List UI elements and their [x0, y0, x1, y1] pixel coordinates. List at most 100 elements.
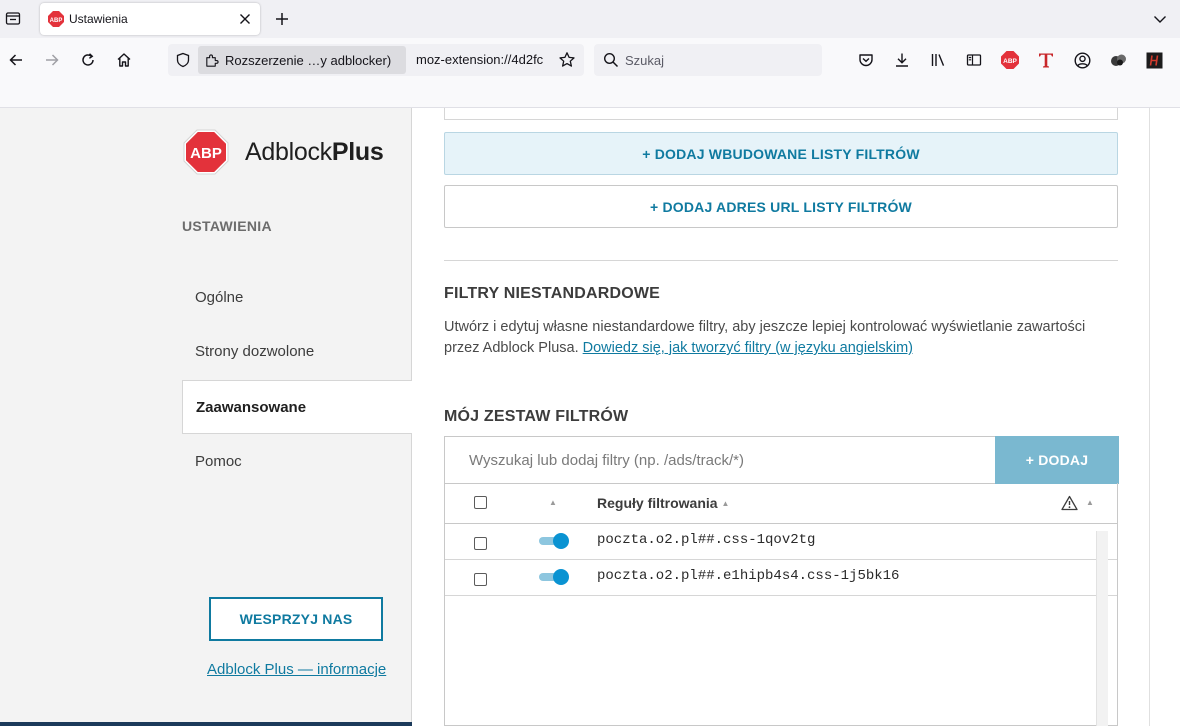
- settings-sidebar: ABP AdblockPlus USTAWIENIA Ogólne Strony…: [0, 108, 413, 726]
- brand-name-bold: Plus: [331, 138, 384, 166]
- learn-filters-link[interactable]: Dowiedz się, jak tworzyć filtry (w język…: [583, 340, 913, 356]
- taskbar-edge: [0, 722, 412, 726]
- row-checkbox[interactable]: [474, 537, 487, 550]
- about-adblock-plus-link[interactable]: Adblock Plus — informacje: [207, 661, 386, 678]
- custom-filters-title: FILTRY NIESTANDARDOWE: [444, 285, 661, 302]
- extension-h-button[interactable]: [1144, 50, 1164, 70]
- filter-lists-table-bottom: [444, 108, 1118, 120]
- sidebar-item-general[interactable]: Ogólne: [182, 270, 413, 324]
- reload-icon: [82, 53, 94, 66]
- abp-favicon-icon: ABP: [48, 11, 64, 27]
- rule-text[interactable]: poczta.o2.pl##.e1hipb4s4.css-1j5bk16: [597, 568, 899, 584]
- logo-text: ABP: [190, 145, 222, 162]
- add-filter-list-url-button[interactable]: + DODAJ ADRES URL LISTY FILTRÓW: [444, 185, 1118, 228]
- identity-label: Rozszerzenie …y adblocker): [225, 53, 392, 68]
- rule-enabled-toggle[interactable]: [539, 569, 569, 585]
- back-button[interactable]: [6, 50, 26, 70]
- custom-filters-table: ▲ Reguły filtrowania ▲ ▲ poczta.o2.pl##.…: [444, 483, 1118, 726]
- arrow-right-icon: [46, 54, 59, 66]
- settings-page: ABP AdblockPlus USTAWIENIA Ogólne Strony…: [0, 108, 1180, 726]
- brand-name-regular: Adblock: [245, 138, 332, 166]
- account-button[interactable]: [1072, 50, 1092, 70]
- sidebar-item-advanced[interactable]: Zaawansowane: [182, 380, 413, 434]
- warning-icon[interactable]: [1061, 495, 1078, 511]
- shield-icon[interactable]: [175, 52, 191, 68]
- bookmark-star-icon[interactable]: [558, 51, 576, 69]
- list-all-tabs-button[interactable]: [1150, 9, 1170, 29]
- forward-button[interactable]: [42, 50, 62, 70]
- browser-content-gap: [0, 82, 1180, 108]
- sidebar-item-label: Zaawansowane: [196, 398, 307, 416]
- abp-icon: ABP: [1001, 51, 1019, 69]
- downloads-button[interactable]: [892, 50, 912, 70]
- table-header: ▲ Reguły filtrowania ▲ ▲: [445, 483, 1117, 524]
- sidebar-item-allowlisted-sites[interactable]: Strony dozwolone: [182, 324, 413, 378]
- add-builtin-filter-lists-button[interactable]: + DODAJ WBUDOWANE LISTY FILTRÓW: [444, 132, 1118, 175]
- puzzle-piece-icon: [206, 54, 219, 67]
- filter-search-input[interactable]: [445, 437, 995, 483]
- settings-heading: USTAWIENIA: [182, 218, 272, 234]
- navigation-toolbar: Rozszerzenie …y adblocker) moz-extension…: [0, 38, 1180, 82]
- add-filter-button[interactable]: + DODAJ: [995, 436, 1119, 484]
- search-icon: [603, 52, 619, 68]
- sidebar-item-label: Strony dozwolone: [195, 342, 315, 360]
- select-all-checkbox[interactable]: [474, 496, 487, 509]
- custom-filters-description: Utwórz i edytuj własne niestandardowe fi…: [444, 317, 1124, 359]
- home-icon: [117, 53, 131, 67]
- adblock-plus-extension-button[interactable]: ABP: [1000, 50, 1020, 70]
- sort-rules-arrow-icon: ▲: [721, 499, 730, 508]
- column-header-rules-label: Reguły filtrowania: [597, 495, 718, 511]
- sidebar-toggle-button[interactable]: [964, 50, 984, 70]
- table-row: poczta.o2.pl##.e1hipb4s4.css-1j5bk16: [445, 560, 1117, 596]
- new-tab-button[interactable]: [272, 9, 292, 29]
- table-scrollbar[interactable]: [1096, 531, 1108, 726]
- pocket-button[interactable]: [856, 50, 876, 70]
- rule-enabled-toggle[interactable]: [539, 533, 569, 549]
- firefox-view-button[interactable]: [3, 8, 23, 28]
- extension-identity-box[interactable]: Rozszerzenie …y adblocker): [198, 46, 406, 74]
- library-button[interactable]: [928, 50, 948, 70]
- extension-icon: [1111, 54, 1126, 66]
- adblock-plus-logo-icon: ABP: [183, 129, 229, 175]
- plus-icon: [276, 13, 288, 25]
- search-bar[interactable]: Szukaj: [594, 44, 822, 76]
- tab-title: Ustawienia: [69, 12, 128, 26]
- search-placeholder: Szukaj: [625, 53, 665, 68]
- section-divider: [444, 260, 1118, 261]
- tab-settings[interactable]: ABP Ustawienia: [40, 3, 260, 35]
- account-icon: [1073, 51, 1091, 69]
- column-header-rules[interactable]: Reguły filtrowania ▲: [597, 495, 729, 511]
- sidebar-icon: [966, 54, 982, 66]
- svg-text:ABP: ABP: [50, 18, 63, 24]
- rule-text[interactable]: poczta.o2.pl##.css-1qov2tg: [597, 532, 815, 548]
- filter-input-row: + DODAJ: [444, 436, 1119, 484]
- sort-warning-arrow-icon[interactable]: ▲: [1086, 498, 1094, 507]
- table-row: poczta.o2.pl##.css-1qov2tg: [445, 524, 1117, 560]
- tab-bar: ABP Ustawienia: [0, 0, 1180, 38]
- support-us-button[interactable]: WESPRZYJ NAS: [209, 597, 383, 641]
- firefox-view-icon: [5, 12, 21, 25]
- reload-button[interactable]: [78, 50, 98, 70]
- home-button[interactable]: [114, 50, 134, 70]
- brand-name: AdblockPlus: [245, 138, 384, 167]
- sidebar-item-help[interactable]: Pomoc: [182, 434, 413, 488]
- chevron-down-icon: [1154, 16, 1166, 23]
- tab-close-button[interactable]: [236, 10, 254, 28]
- extension-h-icon: [1146, 52, 1162, 68]
- url-bar[interactable]: Rozszerzenie …y adblocker) moz-extension…: [168, 44, 584, 76]
- extension-button[interactable]: [1108, 50, 1128, 70]
- svg-text:ABP: ABP: [1003, 58, 1017, 65]
- url-text[interactable]: moz-extension://4d2fc: [416, 52, 551, 67]
- sort-status-arrow-icon[interactable]: ▲: [549, 498, 557, 507]
- library-icon: [931, 54, 945, 66]
- download-icon: [896, 53, 908, 67]
- close-icon: [240, 14, 250, 24]
- arrow-left-icon: [9, 54, 22, 66]
- t-extension-button[interactable]: [1036, 50, 1056, 70]
- sidebar-item-label: Pomoc: [195, 452, 242, 470]
- row-checkbox[interactable]: [474, 573, 487, 586]
- my-filters-title: MÓJ ZESTAW FILTRÓW: [444, 408, 629, 425]
- sidebar-item-label: Ogólne: [195, 288, 244, 306]
- advanced-settings-content: + DODAJ WBUDOWANE LISTY FILTRÓW + DODAJ …: [412, 108, 1150, 726]
- letter-t-icon: [1039, 53, 1053, 68]
